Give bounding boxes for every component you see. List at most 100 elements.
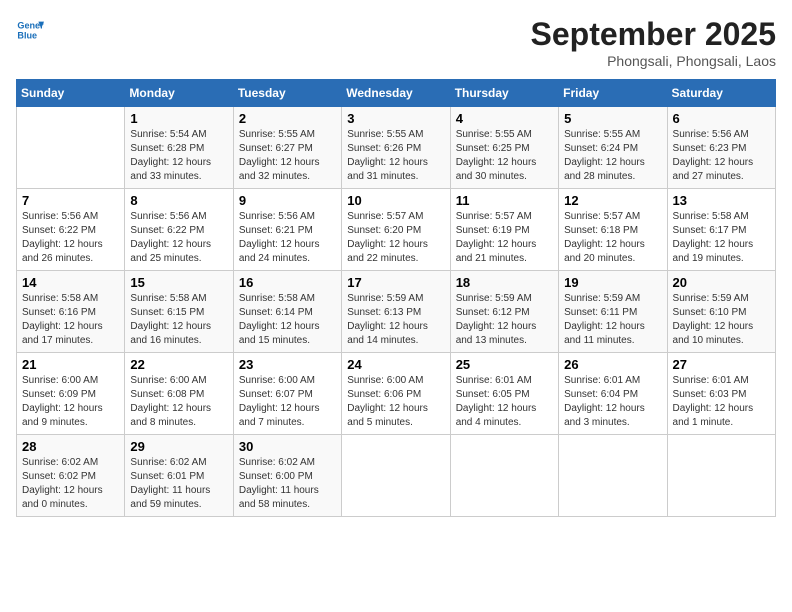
calendar-cell: 23Sunrise: 6:00 AM Sunset: 6:07 PM Dayli… xyxy=(233,353,341,435)
day-number: 13 xyxy=(673,193,770,208)
day-number: 21 xyxy=(22,357,119,372)
calendar-cell: 13 Sunrise: 5:58 AM Sunset: 6:17 PM Dayli… xyxy=(667,189,775,271)
calendar-cell: 7 Sunrise: 5:56 AM Sunset: 6:22 PM Daylig… xyxy=(17,189,125,271)
calendar-cell xyxy=(450,435,558,517)
calendar-cell xyxy=(342,435,450,517)
cell-sun-info: Sunrise: 5:57 AM Sunset: 6:20 PM Dayligh… xyxy=(347,210,444,266)
calendar-cell: 6 Sunrise: 5:56 AM Sunset: 6:23 PM Daylig… xyxy=(667,107,775,189)
day-number: 27 xyxy=(673,357,770,372)
cell-sun-info: Sunrise: 5:56 AM Sunset: 6:22 PM Dayligh… xyxy=(22,210,119,266)
day-number: 30 xyxy=(239,439,336,454)
cell-sun-info: Sunrise: 5:55 AM Sunset: 6:24 PM Dayligh… xyxy=(564,128,661,184)
calendar-cell: 19 Sunrise: 5:59 AM Sunset: 6:11 PM Dayli… xyxy=(559,271,667,353)
cell-sun-info: Sunrise: 5:57 AM Sunset: 6:18 PM Dayligh… xyxy=(564,210,661,266)
calendar-week-row: 7 Sunrise: 5:56 AM Sunset: 6:22 PM Daylig… xyxy=(17,189,776,271)
calendar-cell: 5 Sunrise: 5:55 AM Sunset: 6:24 PM Daylig… xyxy=(559,107,667,189)
calendar-week-row: 21 Sunrise: 6:00 AM Sunset: 6:09 PM Dayli… xyxy=(17,353,776,435)
day-number: 4 xyxy=(456,111,553,126)
page-header: General Blue September 2025 Phongsali, P… xyxy=(16,16,776,69)
calendar-table: SundayMondayTuesdayWednesdayThursdayFrid… xyxy=(16,79,776,517)
calendar-cell: 17Sunrise: 5:59 AM Sunset: 6:13 PM Dayli… xyxy=(342,271,450,353)
cell-sun-info: Sunrise: 6:02 AM Sunset: 6:00 PM Dayligh… xyxy=(239,456,336,512)
cell-sun-info: Sunrise: 6:01 AM Sunset: 6:04 PM Dayligh… xyxy=(564,374,661,430)
calendar-cell: 30 Sunrise: 6:02 AM Sunset: 6:00 PM Dayli… xyxy=(233,435,341,517)
calendar-cell: 3 Sunrise: 5:55 AM Sunset: 6:26 PM Daylig… xyxy=(342,107,450,189)
day-number: 19 xyxy=(564,275,661,290)
day-number: 17 xyxy=(347,275,444,290)
cell-sun-info: Sunrise: 5:58 AM Sunset: 6:17 PM Dayligh… xyxy=(673,210,770,266)
day-number: 2 xyxy=(239,111,336,126)
calendar-cell xyxy=(559,435,667,517)
col-header-wednesday: Wednesday xyxy=(342,80,450,107)
calendar-week-row: 14 Sunrise: 5:58 AM Sunset: 6:16 PM Dayli… xyxy=(17,271,776,353)
day-number: 5 xyxy=(564,111,661,126)
day-number: 15 xyxy=(130,275,227,290)
cell-sun-info: Sunrise: 5:59 AM Sunset: 6:11 PM Dayligh… xyxy=(564,292,661,348)
calendar-cell: 12 Sunrise: 5:57 AM Sunset: 6:18 PM Dayli… xyxy=(559,189,667,271)
cell-sun-info: Sunrise: 6:01 AM Sunset: 6:03 PM Dayligh… xyxy=(673,374,770,430)
col-header-tuesday: Tuesday xyxy=(233,80,341,107)
col-header-friday: Friday xyxy=(559,80,667,107)
calendar-cell: 18Sunrise: 5:59 AM Sunset: 6:12 PM Dayli… xyxy=(450,271,558,353)
cell-sun-info: Sunrise: 6:02 AM Sunset: 6:02 PM Dayligh… xyxy=(22,456,119,512)
day-number: 8 xyxy=(130,193,227,208)
calendar-cell: 27 Sunrise: 6:01 AM Sunset: 6:03 PM Dayli… xyxy=(667,353,775,435)
calendar-week-row: 1 Sunrise: 5:54 AM Sunset: 6:28 PM Daylig… xyxy=(17,107,776,189)
day-number: 23 xyxy=(239,357,336,372)
cell-sun-info: Sunrise: 5:56 AM Sunset: 6:23 PM Dayligh… xyxy=(673,128,770,184)
cell-sun-info: Sunrise: 6:00 AM Sunset: 6:09 PM Dayligh… xyxy=(22,374,119,430)
calendar-cell: 9 Sunrise: 5:56 AM Sunset: 6:21 PM Daylig… xyxy=(233,189,341,271)
day-number: 14 xyxy=(22,275,119,290)
calendar-cell: 15 Sunrise: 5:58 AM Sunset: 6:15 PM Dayli… xyxy=(125,271,233,353)
calendar-cell: 20 Sunrise: 5:59 AM Sunset: 6:10 PM Dayli… xyxy=(667,271,775,353)
svg-text:Blue: Blue xyxy=(17,30,37,40)
day-number: 9 xyxy=(239,193,336,208)
day-number: 3 xyxy=(347,111,444,126)
calendar-cell: 22 Sunrise: 6:00 AM Sunset: 6:08 PM Dayli… xyxy=(125,353,233,435)
location-subtitle: Phongsali, Phongsali, Laos xyxy=(531,53,776,69)
day-number: 12 xyxy=(564,193,661,208)
day-number: 16 xyxy=(239,275,336,290)
day-number: 26 xyxy=(564,357,661,372)
calendar-cell xyxy=(17,107,125,189)
cell-sun-info: Sunrise: 5:56 AM Sunset: 6:21 PM Dayligh… xyxy=(239,210,336,266)
calendar-cell: 1 Sunrise: 5:54 AM Sunset: 6:28 PM Daylig… xyxy=(125,107,233,189)
logo: General Blue xyxy=(16,16,44,44)
day-number: 29 xyxy=(130,439,227,454)
calendar-cell: 2Sunrise: 5:55 AM Sunset: 6:27 PM Daylig… xyxy=(233,107,341,189)
day-number: 6 xyxy=(673,111,770,126)
cell-sun-info: Sunrise: 5:58 AM Sunset: 6:15 PM Dayligh… xyxy=(130,292,227,348)
day-number: 20 xyxy=(673,275,770,290)
cell-sun-info: Sunrise: 5:55 AM Sunset: 6:26 PM Dayligh… xyxy=(347,128,444,184)
day-number: 24 xyxy=(347,357,444,372)
calendar-cell: 10 Sunrise: 5:57 AM Sunset: 6:20 PM Dayli… xyxy=(342,189,450,271)
cell-sun-info: Sunrise: 6:00 AM Sunset: 6:08 PM Dayligh… xyxy=(130,374,227,430)
calendar-cell: 11Sunrise: 5:57 AM Sunset: 6:19 PM Dayli… xyxy=(450,189,558,271)
cell-sun-info: Sunrise: 5:59 AM Sunset: 6:10 PM Dayligh… xyxy=(673,292,770,348)
day-number: 10 xyxy=(347,193,444,208)
month-title: September 2025 xyxy=(531,16,776,53)
logo-icon: General Blue xyxy=(16,16,44,44)
col-header-sunday: Sunday xyxy=(17,80,125,107)
cell-sun-info: Sunrise: 5:55 AM Sunset: 6:25 PM Dayligh… xyxy=(456,128,553,184)
cell-sun-info: Sunrise: 5:54 AM Sunset: 6:28 PM Dayligh… xyxy=(130,128,227,184)
cell-sun-info: Sunrise: 6:01 AM Sunset: 6:05 PM Dayligh… xyxy=(456,374,553,430)
title-area: September 2025 Phongsali, Phongsali, Lao… xyxy=(531,16,776,69)
cell-sun-info: Sunrise: 5:56 AM Sunset: 6:22 PM Dayligh… xyxy=(130,210,227,266)
calendar-cell: 16 Sunrise: 5:58 AM Sunset: 6:14 PM Dayli… xyxy=(233,271,341,353)
day-number: 22 xyxy=(130,357,227,372)
cell-sun-info: Sunrise: 5:58 AM Sunset: 6:16 PM Dayligh… xyxy=(22,292,119,348)
cell-sun-info: Sunrise: 5:58 AM Sunset: 6:14 PM Dayligh… xyxy=(239,292,336,348)
day-number: 7 xyxy=(22,193,119,208)
calendar-cell: 8 Sunrise: 5:56 AM Sunset: 6:22 PM Daylig… xyxy=(125,189,233,271)
calendar-cell: 25 Sunrise: 6:01 AM Sunset: 6:05 PM Dayli… xyxy=(450,353,558,435)
calendar-cell: 4 Sunrise: 5:55 AM Sunset: 6:25 PM Daylig… xyxy=(450,107,558,189)
calendar-cell xyxy=(667,435,775,517)
day-number: 25 xyxy=(456,357,553,372)
calendar-header-row: SundayMondayTuesdayWednesdayThursdayFrid… xyxy=(17,80,776,107)
cell-sun-info: Sunrise: 6:02 AM Sunset: 6:01 PM Dayligh… xyxy=(130,456,227,512)
col-header-thursday: Thursday xyxy=(450,80,558,107)
calendar-cell: 24Sunrise: 6:00 AM Sunset: 6:06 PM Dayli… xyxy=(342,353,450,435)
calendar-cell: 21 Sunrise: 6:00 AM Sunset: 6:09 PM Dayli… xyxy=(17,353,125,435)
day-number: 1 xyxy=(130,111,227,126)
